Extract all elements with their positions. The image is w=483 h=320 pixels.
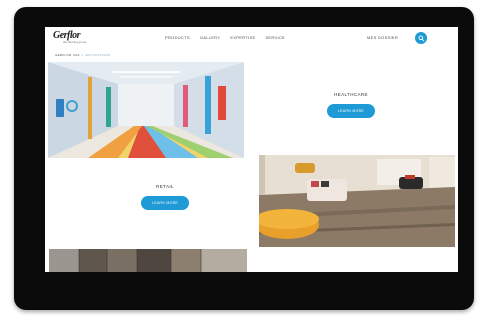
retail-learn-more-button[interactable]: LEARN MORE: [141, 196, 189, 210]
retail-image[interactable]: [259, 155, 455, 247]
main-nav: PRODUCTS GALLERY EXPERTISE SERVICE: [165, 35, 285, 40]
wood-flooring-image[interactable]: [49, 249, 247, 272]
breadcrumb-separator: /: [81, 53, 83, 57]
retail-panel: RETAIL LEARN MORE: [105, 184, 225, 210]
breadcrumb: GERFLOR USA / APPLICATIONS: [55, 53, 110, 57]
nav-item-products[interactable]: PRODUCTS: [165, 35, 190, 40]
account-link[interactable]: MES DOSSIER: [367, 35, 398, 40]
retail-title: RETAIL: [156, 184, 174, 189]
nav-item-gallery[interactable]: GALLERY: [200, 35, 220, 40]
nav-item-expertise[interactable]: EXPERTISE: [230, 35, 255, 40]
breadcrumb-home[interactable]: GERFLOR USA: [55, 53, 80, 57]
hospital-corridor-photo: [48, 62, 244, 158]
lounge-interior-photo: [259, 155, 455, 247]
logo-text: Gerflor: [53, 30, 81, 41]
healthcare-image[interactable]: [48, 62, 244, 158]
browser-screen: Gerflor the flooring group PRODUCTS GALL…: [45, 27, 458, 272]
top-navbar: Gerflor the flooring group PRODUCTS GALL…: [45, 27, 458, 49]
healthcare-learn-more-button[interactable]: LEARN MORE: [327, 104, 375, 118]
healthcare-panel: HEALTHCARE LEARN MORE: [291, 92, 411, 118]
healthcare-title: HEALTHCARE: [334, 92, 368, 97]
monitor-frame: Gerflor the flooring group PRODUCTS GALL…: [14, 7, 474, 310]
logo-subtitle: the flooring group: [63, 40, 87, 44]
nav-item-service[interactable]: SERVICE: [265, 35, 285, 40]
breadcrumb-current: APPLICATIONS: [84, 53, 111, 57]
brand-logo[interactable]: Gerflor the flooring group: [53, 30, 99, 45]
search-icon: [418, 35, 424, 41]
search-button[interactable]: [415, 32, 427, 44]
wood-planks-photo: [49, 249, 247, 272]
